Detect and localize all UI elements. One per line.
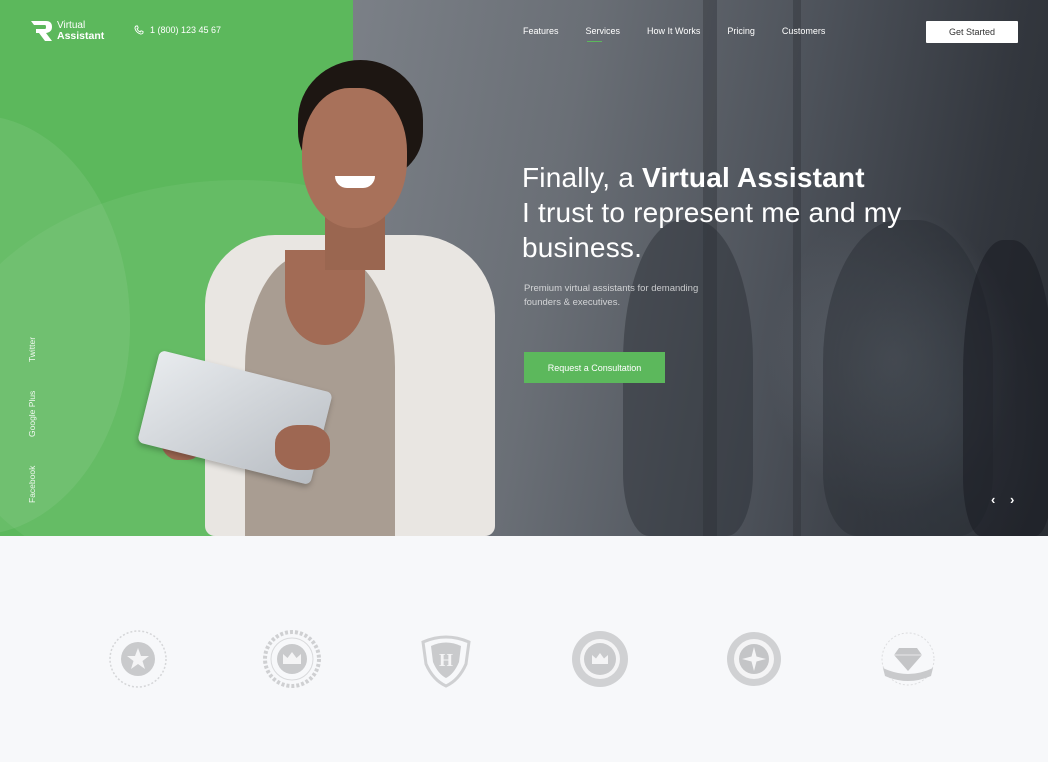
- chevron-left-icon[interactable]: ‹: [991, 492, 995, 507]
- nav-item-pricing[interactable]: Pricing: [727, 26, 755, 36]
- r-logo-icon: [31, 21, 52, 41]
- crown-ribbon-badge-icon: [572, 631, 628, 687]
- nav-item-customers[interactable]: Customers: [782, 26, 826, 36]
- hero-subline: Premium virtual assistants for demanding…: [524, 283, 699, 308]
- star-badge-icon: [109, 630, 167, 688]
- logo[interactable]: Virtual Assistant: [30, 20, 104, 42]
- crown-laurel-badge-icon: [263, 630, 321, 688]
- request-consultation-button[interactable]: Request a Consultation: [524, 352, 665, 383]
- nav-item-features[interactable]: Features: [523, 26, 559, 36]
- phone-number: 1 (800) 123 45 67: [150, 25, 222, 35]
- hero-headline: Finally, a Virtual Assistant I trust to …: [522, 160, 942, 265]
- social-link-facebook[interactable]: Facebook: [27, 466, 37, 503]
- social-link-twitter[interactable]: Twitter: [27, 337, 37, 362]
- headline-bold: Virtual Assistant: [641, 162, 865, 193]
- phone-icon: [134, 25, 144, 35]
- social-link-google-plus[interactable]: Google Plus: [27, 391, 37, 437]
- nav-item-how-it-works[interactable]: How It Works: [647, 26, 700, 36]
- main-nav: Features Services How It Works Pricing C…: [523, 26, 852, 42]
- svg-text:H: H: [439, 650, 453, 670]
- headline-prefix: Finally, a: [522, 162, 642, 193]
- get-started-button[interactable]: Get Started: [926, 21, 1018, 43]
- compass-badge-icon: [727, 632, 781, 686]
- chevron-right-icon[interactable]: ›: [1010, 492, 1014, 507]
- trust-badges-strip: H: [0, 536, 1048, 762]
- diamond-badge-icon: [881, 632, 935, 686]
- hero-section: Virtual Assistant 1 (800) 123 45 67 Feat…: [0, 0, 1048, 536]
- hero-woman-image: [137, 60, 510, 536]
- h-shield-badge-icon: H: [421, 635, 471, 688]
- phone-contact[interactable]: 1 (800) 123 45 67: [134, 25, 221, 35]
- headline-rest: I trust to represent me and my business.: [522, 197, 902, 263]
- logo-text-line2: Assistant: [57, 30, 105, 42]
- nav-item-services[interactable]: Services: [586, 26, 620, 42]
